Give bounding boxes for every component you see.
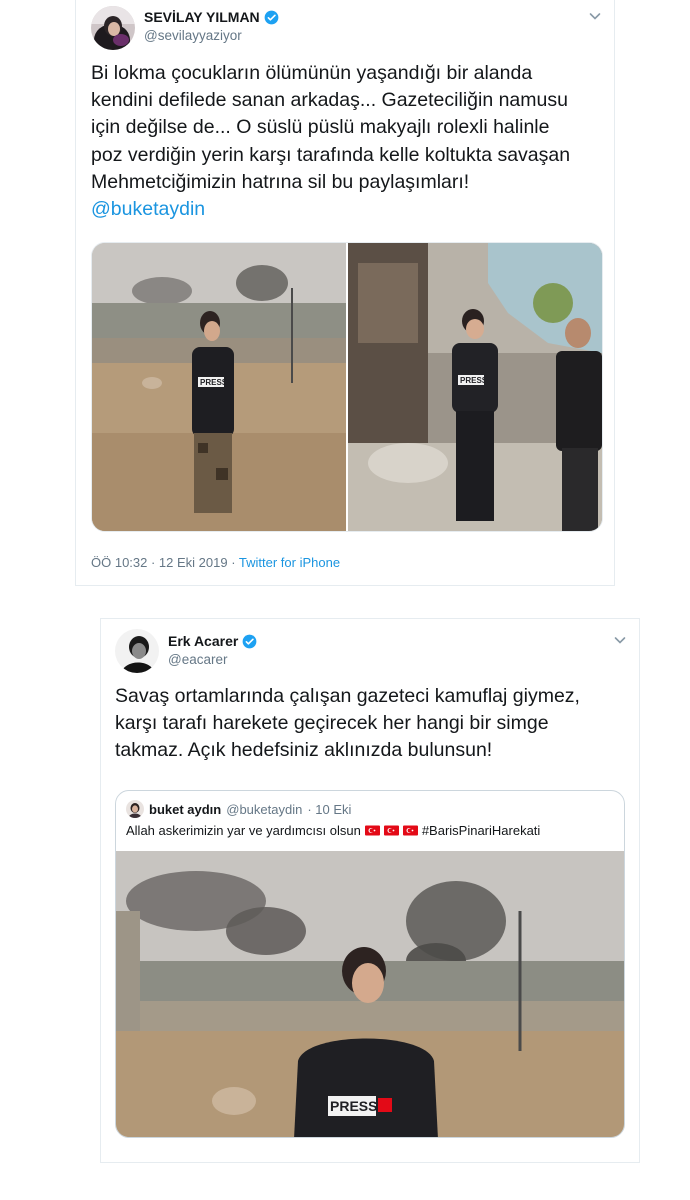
- tweet-card-sevilay[interactable]: SEVİLAY YILMAN @sevilayyaziyor Bi lokma …: [75, 0, 615, 586]
- quoted-tweet-text: Allah askerimizin yar ve yardımcısı olsu…: [126, 823, 540, 838]
- verified-badge-icon: [242, 634, 257, 648]
- tweet-line: için değilse de... O süslü püslü makyajl…: [91, 116, 550, 139]
- tweet-line: takmaz. Açık hedefsiniz aklınızda buluns…: [115, 739, 493, 762]
- timestamp[interactable]: ÖÖ 10:32 · 12 Eki 2019 ·: [91, 555, 239, 570]
- avatar-sevilay[interactable]: [91, 6, 135, 50]
- display-name-erk[interactable]: Erk Acarer: [168, 633, 257, 649]
- tweet-text-erk: Savaş ortamlarında çalışan gazeteci kamu…: [115, 683, 635, 765]
- mention-link[interactable]: @buketaydin: [91, 196, 616, 223]
- tweet-line: poz verdiğin yerin karşı tarafında kelle…: [91, 143, 571, 166]
- turkish-flag-icon: [364, 825, 380, 836]
- quoted-tweet-header: buket aydın @buketaydin · 10 Eki: [126, 800, 351, 818]
- handle-erk[interactable]: @eacarer: [168, 652, 227, 667]
- quoted-tweet-photo[interactable]: PRESS: [116, 851, 625, 1138]
- display-name-text[interactable]: SEVİLAY YILMAN: [144, 9, 260, 25]
- chevron-down-icon[interactable]: [613, 633, 627, 647]
- quoted-tweet[interactable]: buket aydın @buketaydin · 10 Eki Allah a…: [115, 790, 625, 1138]
- turkish-flag-icon: [383, 825, 399, 836]
- avatar-buket[interactable]: [126, 800, 144, 818]
- hashtag-link[interactable]: #BarisPinariHarekati: [422, 823, 541, 838]
- avatar-erk[interactable]: [115, 629, 159, 673]
- verified-badge-icon: [264, 10, 279, 24]
- tweet-photo-1[interactable]: PRESS: [92, 243, 346, 531]
- tweet-line: Savaş ortamlarında çalışan gazeteci kamu…: [115, 685, 580, 707]
- quoted-date[interactable]: · 10 Eki: [307, 802, 351, 817]
- tweet-line: Mehmetciğimizin hatrına sil bu paylaşıml…: [91, 170, 470, 193]
- quoted-handle[interactable]: @buketaydin: [226, 802, 302, 817]
- tweet-line: kendini defilede sanan arkadaş... Gazete…: [91, 89, 568, 112]
- display-name-text[interactable]: Erk Acarer: [168, 633, 238, 649]
- chevron-down-icon[interactable]: [588, 9, 602, 23]
- quoted-text: Allah askerimizin yar ve yardımcısı olsu…: [126, 823, 361, 838]
- tweet-line: karşı tarafı harekete geçirecek her hang…: [115, 712, 549, 735]
- tweet-card-erk[interactable]: Erk Acarer @eacarer Savaş ortamlarında ç…: [100, 618, 640, 1163]
- tweet-line: Bi lokma çocukların ölümünün yaşandığı b…: [91, 62, 533, 84]
- tweet-source-link[interactable]: Twitter for iPhone: [239, 555, 340, 570]
- tweet-photo-2[interactable]: PRESS: [348, 243, 602, 531]
- handle-sevilay[interactable]: @sevilayyaziyor: [144, 28, 242, 43]
- press-label: PRESS: [200, 378, 228, 387]
- tweet-media-grid[interactable]: PRESS PRESS: [91, 242, 603, 532]
- tweet-text-sevilay: Bi lokma çocukların ölümünün yaşandığı b…: [91, 60, 616, 223]
- display-name-sevilay[interactable]: SEVİLAY YILMAN: [144, 9, 279, 25]
- press-label: PRESS: [460, 376, 488, 385]
- turkish-flag-icon: [402, 825, 418, 836]
- tweet-meta: ÖÖ 10:32 · 12 Eki 2019 · Twitter for iPh…: [91, 555, 340, 570]
- press-label: PRESS: [330, 1098, 377, 1114]
- quoted-display-name[interactable]: buket aydın: [149, 802, 221, 817]
